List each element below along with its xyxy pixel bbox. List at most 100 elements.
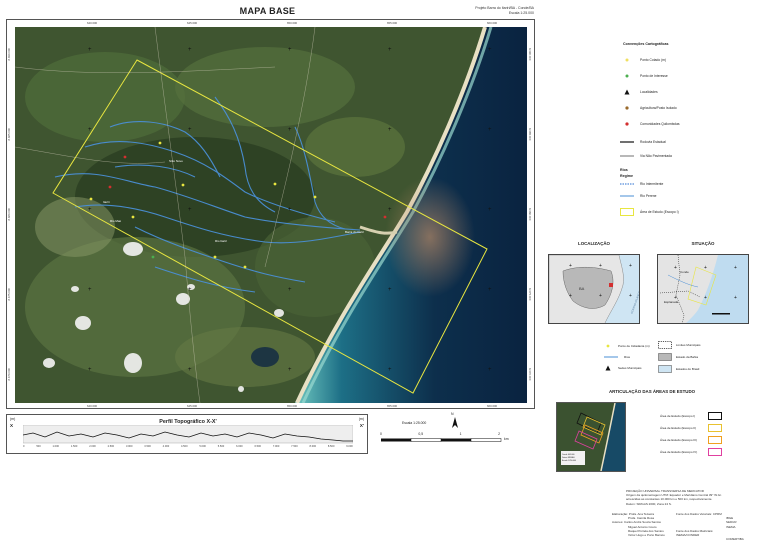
x-tick-label: 655.000 [387, 404, 398, 408]
legend-item: Ponto de Interesse [620, 72, 668, 80]
profile-tick: 2.000 [89, 445, 96, 448]
authors-block: Elaboração: Profa. Ana Teixeira Profa. C… [612, 512, 672, 537]
x-tick-label: 660.000 [487, 21, 498, 25]
svg-text:+: + [188, 367, 192, 373]
credit-name: Victor Hugo e Porto Barreto [628, 533, 665, 538]
svg-text:+: + [599, 263, 602, 269]
profile-unit: (m) [10, 417, 16, 421]
profile-start-letter: X [10, 423, 14, 428]
profile-tick: 1.500 [70, 445, 78, 448]
profile-tick: 8.500 [327, 445, 335, 448]
small-legend-item: Estados do Brasil [658, 365, 699, 373]
profile-tick: 5.000 [199, 445, 206, 448]
svg-text:+: + [388, 367, 392, 373]
legend-item: Rio Perene [620, 192, 657, 200]
svg-text:+: + [288, 127, 292, 133]
legend-label: Ponto de Interesse [640, 74, 668, 78]
svg-text:+: + [288, 287, 292, 293]
small-legend-label: Limites Municipais [676, 343, 701, 347]
small-legend-item: Estado da Bahia [658, 353, 698, 361]
scale-bar [381, 438, 502, 442]
svg-text:+: + [488, 207, 492, 213]
localizacao-inset: BA OCEANO ATLÂNTICO + + + + + + [548, 254, 640, 324]
legend-heading: Convenções Cartográficas [623, 42, 669, 46]
profile-tick: 4.000 [162, 445, 170, 448]
profile-tick: 6.500 [254, 445, 261, 448]
north-label: N [451, 412, 454, 416]
state-label: BA [579, 286, 585, 291]
svg-text:+: + [288, 47, 292, 53]
credit-label: Autores: [612, 520, 624, 525]
svg-text:+: + [488, 287, 492, 293]
legend-label: Agricultura/Posto Isolado [640, 106, 677, 110]
profile-tick: 3.000 [125, 445, 133, 448]
credit-line: Datum: SIRGAS 2000, Zona 24 S. [626, 501, 672, 506]
x-tick-label: 650.000 [287, 21, 298, 25]
small-legend-label: Estados do Brasil [676, 367, 700, 371]
svg-text:Datum SIRGAS: Datum SIRGAS [562, 456, 575, 459]
profile-x-axis: 0 500 1.000 1.500 2.000 2.500 3.000 3.50… [23, 445, 353, 448]
svg-text:+: + [734, 295, 737, 301]
legend-item: Localidades [620, 88, 658, 96]
svg-text:+: + [188, 207, 192, 213]
articulacao-label: Área de Estudo (Escopo II) [660, 426, 697, 430]
svg-text:+: + [674, 265, 677, 271]
profile-tick: 8.000 [309, 445, 317, 448]
svg-text:+: + [388, 47, 392, 53]
place-label: Conde [680, 270, 689, 274]
y-tick-label: 8.675.000 [7, 288, 11, 301]
legend-label: Rio Intermitente [640, 182, 664, 186]
y-tick-label: 8.680.000 [7, 208, 11, 221]
svg-text:+: + [188, 127, 192, 133]
svg-text:+: + [629, 263, 632, 269]
projection-info: PROJEÇÃO UNIVERSAL TRANSVERSA DE MERCATO… [626, 489, 766, 506]
svg-text:+: + [88, 127, 92, 133]
profile-tick: 2.500 [107, 445, 115, 448]
scale-ticks: 0 0,5 1 2 [380, 432, 500, 436]
articulacao-map: Coord: 645.000 Datum SIRGAS Escala 1:250.0… [556, 402, 626, 472]
x-tick-label: 650.000 [287, 404, 298, 408]
color-swatch-icon [708, 412, 722, 420]
profile-tick: 1.000 [52, 445, 60, 448]
svg-text:+: + [88, 207, 92, 213]
articulacao-label: Área de Estudo (Escopo IV) [660, 450, 698, 454]
point-symbol-icon [620, 57, 634, 63]
articulacao-legend-item: Área de Estudo (Escopo II) [660, 424, 722, 432]
profile-tick: 3.500 [144, 445, 151, 448]
svg-text:+: + [188, 47, 192, 53]
river-line-icon [604, 356, 618, 358]
scale-tick: 2 [498, 432, 500, 436]
situacao-title: SITUAÇÃO [691, 241, 715, 246]
svg-text:+: + [288, 207, 292, 213]
small-legend-label: Ponto de Cidadania (m) [618, 344, 650, 348]
point-symbol-icon [620, 105, 634, 111]
project-scale: Escala 1:25.000 [508, 11, 534, 15]
legend-label: Rodovia Estadual [640, 140, 666, 144]
satellite-map[interactable]: + + + + + + + + + + + + + + + + + + + + + + + + + [15, 27, 527, 403]
legend-label: Comunidades Quilombolas [640, 122, 680, 126]
road-line-icon [620, 153, 634, 159]
svg-text:+: + [569, 293, 572, 299]
profile-tick: 0 [23, 445, 25, 448]
credit-name: INEMA/CONDER [676, 533, 700, 538]
credit-label: Elaboração: [612, 512, 629, 516]
svg-text:Rio Itariri: Rio Itariri [215, 239, 227, 243]
svg-text:Coord: 645.000: Coord: 645.000 [562, 454, 574, 456]
y-tick-label: 8.685.000 [7, 128, 11, 141]
triangle-icon [620, 89, 634, 95]
state-box-icon [658, 353, 672, 361]
articulacao-label: Área de Estudo (Escopo I) [660, 414, 696, 418]
svg-text:+: + [488, 367, 492, 373]
scale-tick: 0,5 [418, 432, 424, 436]
x-tick-label: 645.000 [187, 404, 198, 408]
scale-tick: 1 [459, 432, 462, 436]
articulacao-label: Área de Estudo (Escopo III) [660, 438, 697, 442]
profile-tick: 500 [36, 445, 41, 448]
svg-text:+: + [288, 367, 292, 373]
svg-text:Sítio Novo: Sítio Novo [169, 159, 183, 163]
svg-text:+: + [734, 265, 737, 271]
dashed-box-icon [658, 341, 672, 349]
topographic-profile: Perfil Topográfico X-X' (m) X (m) X' 0 5… [6, 414, 368, 454]
legend-subheading: Regime [620, 174, 633, 178]
x-tick-label: 655.000 [387, 21, 398, 25]
